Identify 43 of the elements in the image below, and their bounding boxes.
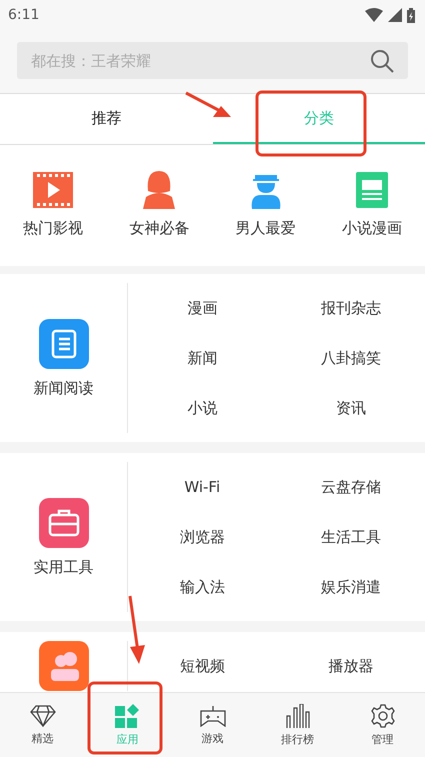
category-link[interactable]: 输入法 bbox=[128, 562, 276, 612]
nav-tab[interactable]: 管理 bbox=[340, 693, 425, 757]
category-link[interactable]: 浏览器 bbox=[128, 512, 276, 562]
category-link[interactable]: 生活工具 bbox=[276, 512, 425, 562]
nav-tab[interactable]: 排行榜 bbox=[255, 693, 340, 757]
bar-chart-icon bbox=[286, 704, 310, 728]
category-link[interactable]: Wi-Fi bbox=[128, 462, 276, 512]
annotation-arrow bbox=[128, 596, 145, 664]
woman-icon bbox=[142, 171, 176, 209]
category-link[interactable]: 小说 bbox=[128, 383, 276, 433]
category-link[interactable]: 资讯 bbox=[276, 383, 425, 433]
section-title: 实用工具 bbox=[34, 558, 94, 576]
category-link[interactable]: 热门影视 bbox=[23, 171, 84, 238]
category-link[interactable]: 八卦搞笑 bbox=[276, 333, 425, 383]
section-title: 新闻阅读 bbox=[34, 378, 94, 398]
category-link[interactable]: 短视频 bbox=[128, 641, 276, 691]
document-icon bbox=[38, 318, 88, 368]
category-link[interactable]: 小说漫画 bbox=[342, 171, 402, 238]
search-field[interactable]: 都在搜：王者荣耀 bbox=[17, 42, 408, 79]
category-link[interactable]: 新闻 bbox=[128, 333, 276, 383]
gamepad-icon bbox=[200, 704, 226, 726]
category-link[interactable]: 男人最爱 bbox=[236, 171, 296, 238]
category-link[interactable]: 云盘存储 bbox=[276, 462, 425, 512]
book-icon bbox=[356, 171, 388, 209]
category-link[interactable]: 漫画 bbox=[128, 283, 276, 333]
battery-icon bbox=[407, 8, 415, 22]
wifi-icon bbox=[365, 8, 383, 22]
category-link[interactable]: 报刊杂志 bbox=[276, 283, 425, 333]
category-link[interactable]: 娱乐消遣 bbox=[276, 562, 425, 612]
people-icon bbox=[38, 641, 88, 691]
nav-tab[interactable]: 精选 bbox=[0, 693, 85, 757]
diamond-icon bbox=[30, 704, 56, 726]
status-time: 6:11 bbox=[8, 7, 40, 23]
toolbox-icon bbox=[38, 498, 88, 548]
category-link[interactable]: 女神必备 bbox=[129, 171, 190, 238]
annotation-arrow bbox=[185, 92, 231, 117]
film-icon bbox=[33, 171, 74, 209]
apps-icon bbox=[114, 704, 140, 728]
nav-tab[interactable]: 游戏 bbox=[170, 693, 255, 757]
category-link[interactable]: 播放器 bbox=[276, 641, 425, 691]
signal-icon bbox=[388, 8, 402, 22]
settings-icon bbox=[370, 704, 394, 728]
search-icon[interactable] bbox=[370, 49, 394, 73]
